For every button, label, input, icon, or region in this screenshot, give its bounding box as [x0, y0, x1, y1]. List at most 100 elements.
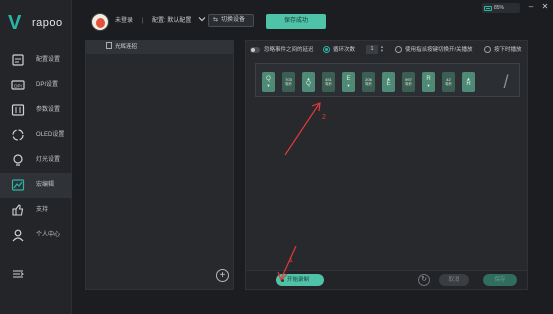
- save-status-button[interactable]: 保存成功: [266, 14, 326, 29]
- close-icon[interactable]: ✕: [539, 2, 551, 12]
- avatar[interactable]: [91, 13, 109, 31]
- hold-play-label: 按下时播放: [494, 47, 522, 53]
- battery-indicator: 85%: [482, 3, 520, 13]
- sidebar-item-label: 支持: [36, 207, 49, 213]
- oled-icon: [11, 128, 25, 142]
- arrow-down-icon: ▼: [426, 83, 431, 88]
- loop-count-radio[interactable]: [323, 46, 330, 53]
- delay-unit: 毫秒: [445, 82, 452, 86]
- arrow-down-icon: ▼: [346, 83, 351, 88]
- sidebar-item-dpi[interactable]: DPI DPI设置: [0, 73, 72, 98]
- key-name: R: [466, 81, 471, 87]
- key-name: R: [426, 76, 431, 82]
- battery-icon: [484, 5, 492, 11]
- delay-unit: 毫秒: [285, 82, 292, 86]
- sidebar-item-personal-center[interactable]: 个人中心: [0, 223, 72, 248]
- delay-unit: 毫秒: [325, 82, 332, 86]
- brand-logo: V rapoo: [6, 12, 66, 34]
- user-icon: [11, 228, 25, 242]
- switch-device-button[interactable]: ⇆ 切换设备: [208, 14, 254, 27]
- chevron-down-icon[interactable]: [198, 15, 206, 26]
- cancel-button[interactable]: 取消: [439, 274, 469, 286]
- minimize-icon[interactable]: –: [525, 2, 537, 12]
- arrow-down-icon: ▼: [266, 83, 271, 88]
- sequence-delay-event[interactable]: 997 毫秒: [402, 72, 415, 92]
- sequence-key-event[interactable]: ▲ Q: [302, 72, 315, 92]
- login-status[interactable]: 未登录: [115, 17, 133, 26]
- sidebar-item-support[interactable]: 支持: [0, 198, 72, 223]
- sequence-key-event[interactable]: ▲ E: [382, 72, 395, 92]
- loop-count-label: 循环次数: [333, 47, 356, 53]
- switch-device-label: 切换设备: [221, 17, 246, 23]
- separator: |: [142, 18, 144, 24]
- sidebar-item-label: 配置设置: [36, 57, 61, 63]
- macro-editor-panel: 忽略事件之间的延迟 循环次数 1 ▲ ▼ 使用指派按键切换开/关播放 按下时播放 …: [245, 40, 528, 290]
- stepper-arrows-icon[interactable]: ▲ ▼: [379, 45, 385, 54]
- sequence-delay-event[interactable]: 206 毫秒: [362, 72, 375, 92]
- app-window: V rapoo 配置设置 DPI DPI设置 参数设置 OLED设置 灯光设置 …: [0, 0, 553, 314]
- sidebar-item-parameters[interactable]: 参数设置: [0, 98, 72, 123]
- top-bar: 未登录 | 配置: 默认配置 ⇆ 切换设备 保存成功 85% – ✕: [72, 0, 553, 40]
- start-record-button[interactable]: 开始录制: [276, 274, 324, 286]
- sequence-end-marker: /: [503, 72, 509, 92]
- key-name: E: [386, 81, 391, 87]
- sequence-delay-event[interactable]: 451 毫秒: [322, 72, 335, 92]
- collapse-menu-icon[interactable]: [11, 267, 25, 281]
- switch-icon: ⇆: [213, 17, 219, 23]
- thumbs-up-icon: [11, 203, 25, 217]
- sequence-delay-event[interactable]: 42 毫秒: [442, 72, 455, 92]
- key-name: Q: [266, 76, 271, 82]
- settings-sheet-icon: [11, 53, 25, 67]
- sidebar-item-lighting[interactable]: 灯光设置: [0, 148, 72, 173]
- sidebar-item-label: OLED设置: [36, 132, 65, 138]
- annotation-label-1: 1: [289, 257, 293, 264]
- record-dot-icon: [281, 278, 284, 282]
- key-name: E: [346, 76, 351, 82]
- sequence-delay-event[interactable]: 703 毫秒: [282, 72, 295, 92]
- delay-unit: 毫秒: [365, 82, 372, 86]
- ignore-delay-label: 忽略事件之间的延迟: [264, 47, 314, 53]
- document-icon: [106, 42, 112, 53]
- battery-level: 85%: [494, 5, 505, 11]
- loop-count-input[interactable]: 1: [366, 45, 378, 54]
- lightbulb-icon: [11, 153, 25, 167]
- start-record-label: 开始录制: [287, 277, 310, 283]
- sidebar: V rapoo 配置设置 DPI DPI设置 参数设置 OLED设置 灯光设置 …: [0, 0, 72, 314]
- sidebar-item-label: 宏编辑: [36, 182, 55, 188]
- playback-options: 忽略事件之间的延迟 循环次数 1 ▲ ▼ 使用指派按键切换开/关播放 按下时播放: [246, 41, 527, 59]
- refresh-icon[interactable]: ↻: [418, 274, 430, 286]
- sidebar-item-label: 灯光设置: [36, 157, 61, 163]
- sidebar-item-label: 参数设置: [36, 107, 61, 113]
- annotation-label-2: 2: [322, 114, 326, 121]
- brand-name: rapoo: [32, 17, 63, 29]
- add-macro-button[interactable]: +: [216, 269, 229, 282]
- toggle-play-label: 使用指派按键切换开/关播放: [405, 47, 473, 53]
- sequence-events: Q ▼ 703 毫秒 ▲ Q 451 毫秒 E ▼ 206 毫秒 ▲ E 997 毫秒 R ▼ 42 毫秒 ▲ R: [262, 72, 475, 92]
- editor-bottom-bar: 开始录制 ↻ 取消 保存: [246, 270, 527, 289]
- ignore-delay-toggle[interactable]: [250, 47, 260, 53]
- macro-name: 光辉连招: [115, 44, 138, 50]
- parameters-icon: [11, 103, 25, 117]
- sequence-key-event[interactable]: E ▼: [342, 72, 355, 92]
- confirm-button[interactable]: 保存: [483, 274, 517, 286]
- brand-mark: V: [8, 12, 22, 34]
- macro-list-panel: 光辉连招 +: [85, 40, 234, 290]
- sequence-key-event[interactable]: ▲ R: [462, 72, 475, 92]
- sequence-key-event[interactable]: R ▼: [422, 72, 435, 92]
- config-selector-label[interactable]: 配置: 默认配置: [152, 17, 191, 26]
- sidebar-item-label: DPI设置: [36, 82, 59, 88]
- macro-icon: [11, 178, 25, 192]
- sequence-key-event[interactable]: Q ▼: [262, 72, 275, 92]
- dpi-icon: DPI: [11, 78, 25, 92]
- toggle-play-radio[interactable]: [395, 46, 402, 53]
- macro-list-item[interactable]: 光辉连招: [86, 41, 233, 54]
- sidebar-item-macro[interactable]: 宏编辑: [0, 173, 72, 198]
- delay-unit: 毫秒: [405, 82, 412, 86]
- sidebar-item-profile-settings[interactable]: 配置设置: [0, 48, 72, 73]
- key-name: Q: [306, 81, 311, 87]
- sidebar-item-oled[interactable]: OLED设置: [0, 123, 72, 148]
- macro-sequence: Q ▼ 703 毫秒 ▲ Q 451 毫秒 E ▼ 206 毫秒 ▲ E 997 毫秒 R ▼ 42 毫秒 ▲ R /: [255, 63, 520, 97]
- sidebar-nav: 配置设置 DPI DPI设置 参数设置 OLED设置 灯光设置 宏编辑 支持 个…: [0, 48, 72, 248]
- hold-play-radio[interactable]: [484, 46, 491, 53]
- svg-text:DPI: DPI: [14, 84, 22, 89]
